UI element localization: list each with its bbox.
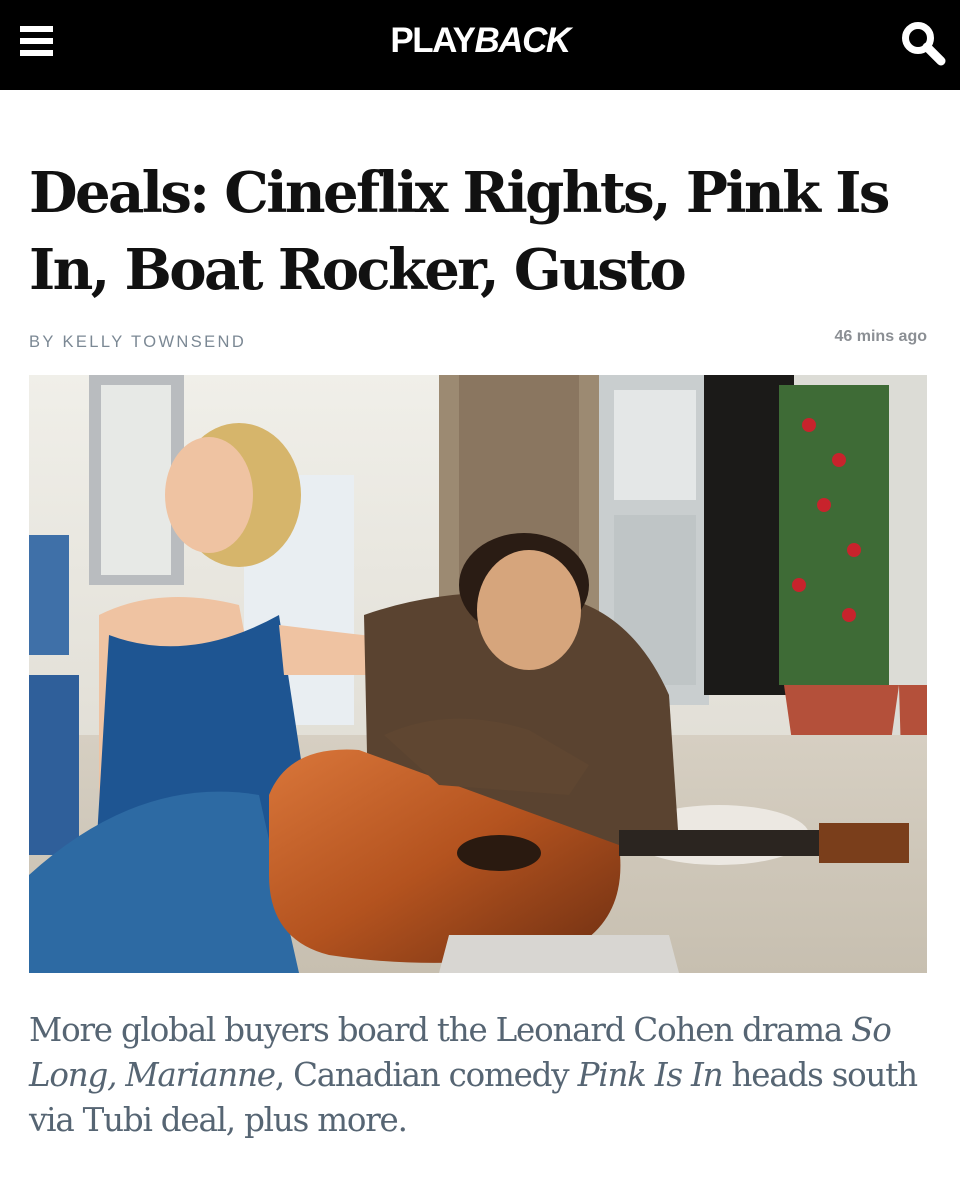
article-summary: More global buyers board the Leonard Coh… (29, 1008, 929, 1143)
logo-text-back: BACK (474, 21, 572, 60)
article-hero-image[interactable] (29, 375, 927, 973)
summary-title-pink-is-in: Pink Is In (577, 1056, 724, 1094)
top-navigation-bar: PLAYBACK (0, 0, 960, 90)
article-timestamp: 46 mins ago (834, 328, 927, 345)
search-icon[interactable] (898, 18, 948, 68)
logo-text-play: PLAY (390, 21, 476, 60)
summary-text-1: More global buyers board the Leonard Coh… (29, 1011, 852, 1049)
site-logo[interactable]: PLAYBACK (0, 21, 960, 61)
article-headline: Deals: Cineflix Rights, Pink Is In, Boat… (29, 160, 890, 303)
article-byline[interactable]: BY KELLY TOWNSEND (29, 333, 246, 352)
summary-text-2: , Canadian comedy (274, 1056, 578, 1094)
